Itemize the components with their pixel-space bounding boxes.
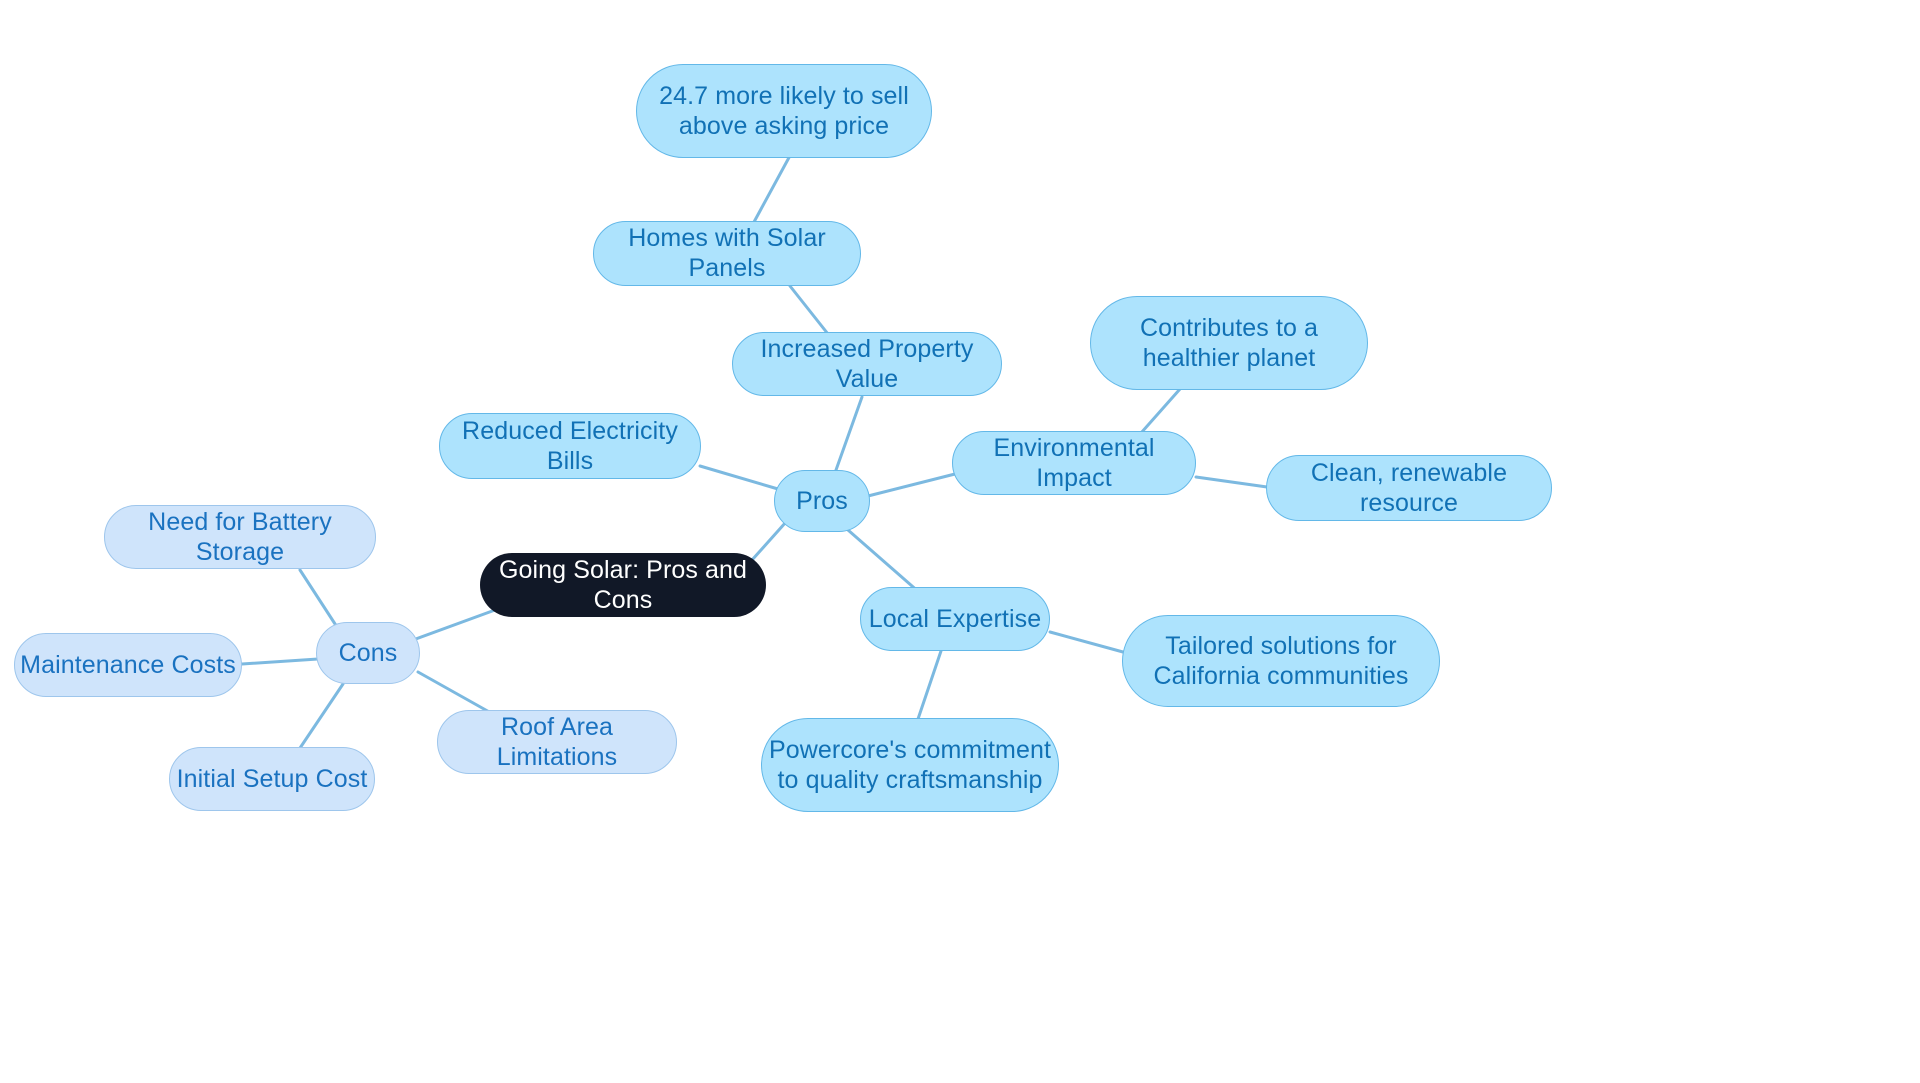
node-homes-with-solar-panels[interactable]: Homes with Solar Panels <box>593 220 861 286</box>
connector-cons-to-need-for-battery-storage <box>298 568 339 629</box>
connector-pros-to-reduced-electricity-bills <box>698 464 780 491</box>
node-label: 24.7 more likely to sell above asking pr… <box>659 81 909 141</box>
node-roof-area-limitations[interactable]: Roof Area Limitations <box>437 710 677 774</box>
node-label: Initial Setup Cost <box>176 764 368 793</box>
node-label: Pros <box>796 486 848 515</box>
connector-local-expertise-to-tailored-solutions-california <box>1048 630 1125 654</box>
node-label: Local Expertise <box>868 604 1042 633</box>
node-label: Homes with Solar Panels <box>628 223 826 283</box>
node-need-for-battery-storage[interactable]: Need for Battery Storage <box>104 505 376 569</box>
node-initial-setup-cost[interactable]: Initial Setup Cost <box>169 747 375 811</box>
connector-homes-with-solar-panels-to-sell-above-asking-price <box>752 150 794 224</box>
node-clean-renewable-resource[interactable]: Clean, renewable resource <box>1266 455 1552 521</box>
node-label: Need for Battery Storage <box>148 507 332 567</box>
node-label: Going Solar: Pros and Cons <box>498 555 748 615</box>
node-sell-above-asking-price[interactable]: 24.7 more likely to sell above asking pr… <box>636 64 932 158</box>
connector-pros-to-environmental-impact <box>866 472 957 498</box>
node-label: Powercore's commitment to quality crafts… <box>768 735 1052 795</box>
connector-cons-to-initial-setup-cost <box>298 682 345 750</box>
connector-local-expertise-to-powercore-craftsmanship <box>916 649 943 721</box>
node-label: Reduced Electricity Bills <box>462 416 678 476</box>
connector-pros-to-local-expertise <box>846 528 922 595</box>
node-label: Roof Area Limitations <box>496 712 618 772</box>
node-tailored-solutions-california[interactable]: Tailored solutions for California commun… <box>1122 615 1440 707</box>
node-environmental-impact[interactable]: Environmental Impact <box>952 431 1196 495</box>
connector-cons-to-maintenance-costs <box>240 657 320 666</box>
node-powercore-craftsmanship[interactable]: Powercore's commitment to quality crafts… <box>761 718 1059 812</box>
connector-environmental-impact-to-contributes-healthier-planet <box>1139 387 1182 435</box>
connector-pros-to-increased-property-value <box>834 395 864 472</box>
node-label: Environmental Impact <box>993 433 1155 493</box>
connector-environmental-impact-to-clean-renewable-resource <box>1194 475 1269 489</box>
node-label: Contributes to a healthier planet <box>1139 313 1319 373</box>
node-cons[interactable]: Cons <box>316 622 420 684</box>
node-label: Cons <box>338 638 398 667</box>
node-label: Increased Property Value <box>760 334 974 394</box>
node-local-expertise[interactable]: Local Expertise <box>860 587 1050 651</box>
node-label: Maintenance Costs <box>20 650 236 679</box>
node-contributes-healthier-planet[interactable]: Contributes to a healthier planet <box>1090 296 1368 390</box>
node-pros[interactable]: Pros <box>774 470 870 532</box>
node-root[interactable]: Going Solar: Pros and Cons <box>480 553 766 617</box>
node-label: Clean, renewable resource <box>1310 458 1508 518</box>
node-reduced-electricity-bills[interactable]: Reduced Electricity Bills <box>439 413 701 479</box>
node-maintenance-costs[interactable]: Maintenance Costs <box>14 633 242 697</box>
mindmap-canvas: Going Solar: Pros and Cons Pros Reduced El… <box>0 0 1920 1083</box>
connector-increased-property-value-to-homes-with-solar-panels <box>788 284 830 336</box>
node-increased-property-value[interactable]: Increased Property Value <box>732 332 1002 396</box>
node-label: Tailored solutions for California commun… <box>1153 631 1409 691</box>
